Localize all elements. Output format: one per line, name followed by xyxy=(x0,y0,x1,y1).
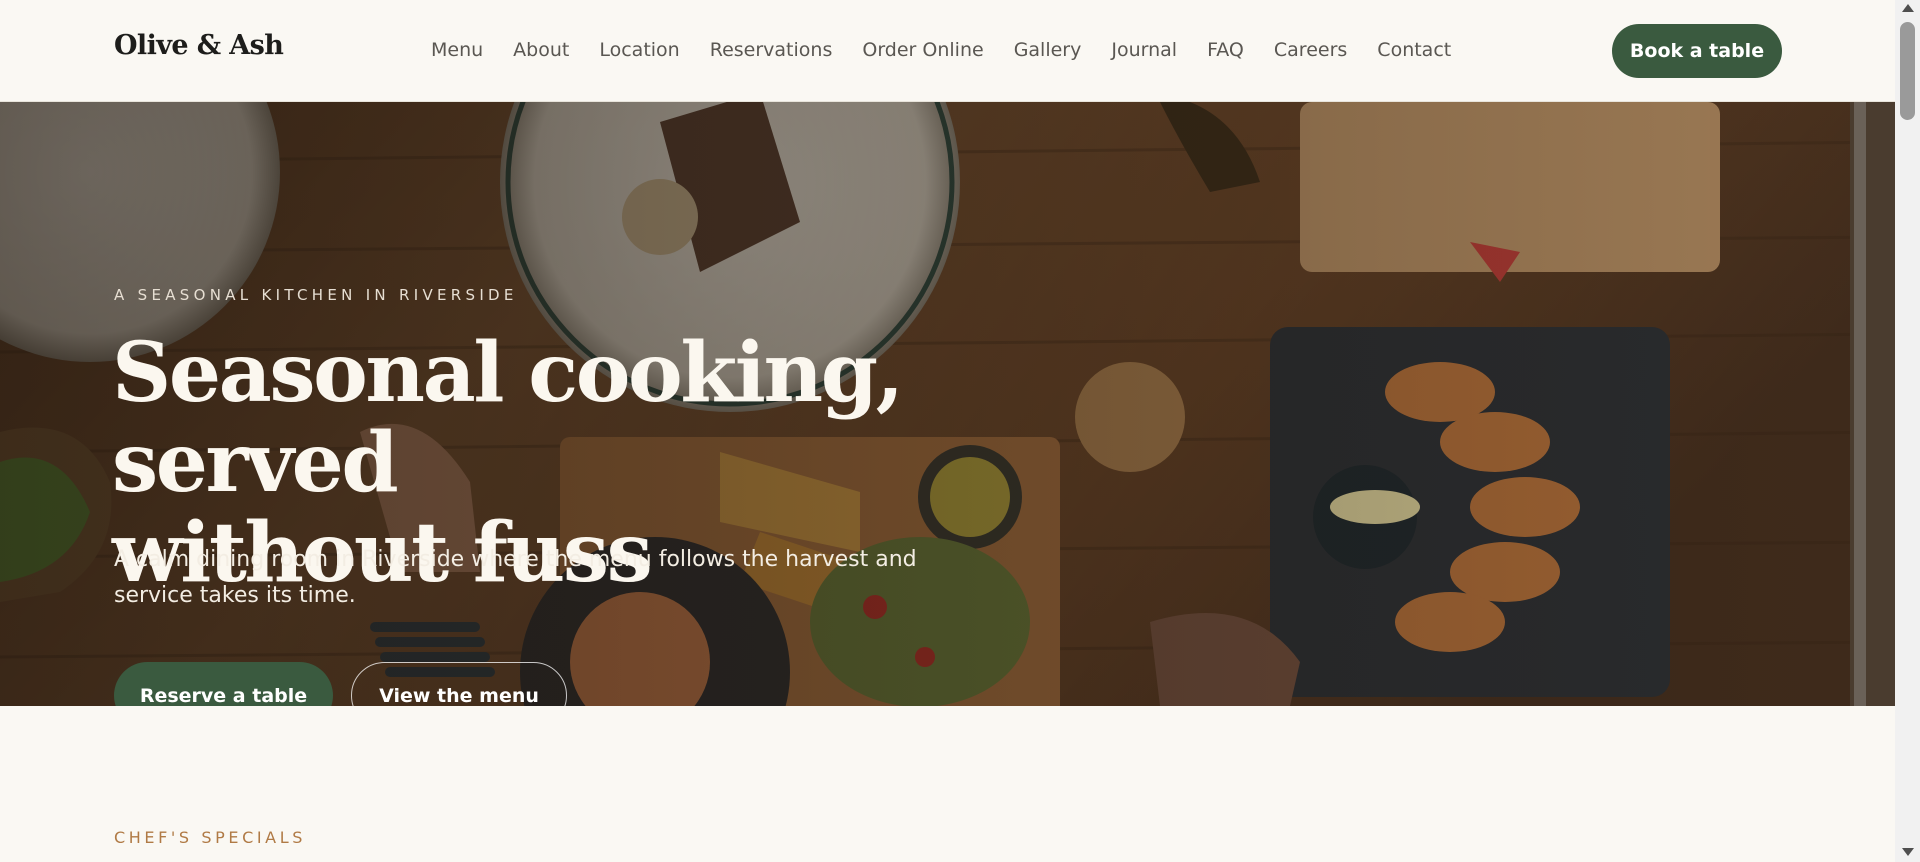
scroll-thumb[interactable] xyxy=(1900,22,1915,120)
nav-link-faq[interactable]: FAQ xyxy=(1207,39,1244,61)
nav-link-order-online[interactable]: Order Online xyxy=(862,39,983,61)
site-header: Olive & Ash Menu About Location Reservat… xyxy=(0,0,1895,102)
scroll-down-arrow-icon[interactable] xyxy=(1902,848,1914,856)
hero-title-line-1: Seasonal cooking, served xyxy=(112,325,904,511)
reserve-table-button[interactable]: Reserve a table xyxy=(114,662,333,706)
view-menu-button[interactable]: View the menu xyxy=(351,662,567,706)
chefs-specials-label: CHEF'S SPECIALS xyxy=(114,828,306,847)
main-nav: Menu About Location Reservations Order O… xyxy=(431,39,1481,61)
page-scrollbar[interactable] xyxy=(1895,0,1920,862)
nav-link-contact[interactable]: Contact xyxy=(1377,39,1451,61)
hero-subtitle: A calm dining room in Riverside where th… xyxy=(114,547,917,608)
nav-link-reservations[interactable]: Reservations xyxy=(710,39,833,61)
scroll-up-arrow-icon[interactable] xyxy=(1902,4,1914,12)
book-table-button[interactable]: Book a table xyxy=(1612,24,1782,78)
hero-eyebrow: A SEASONAL KITCHEN IN RIVERSIDE xyxy=(114,286,518,304)
hero-edge-line xyxy=(1854,102,1866,706)
hero-section: A SEASONAL KITCHEN IN RIVERSIDE Seasonal… xyxy=(0,102,1895,706)
nav-link-careers[interactable]: Careers xyxy=(1274,39,1347,61)
nav-link-about[interactable]: About xyxy=(513,39,569,61)
nav-link-journal[interactable]: Journal xyxy=(1111,39,1177,61)
nav-link-menu[interactable]: Menu xyxy=(431,39,483,61)
brand-logo[interactable]: Olive & Ash xyxy=(114,30,284,61)
page: Olive & Ash Menu About Location Reservat… xyxy=(0,0,1895,862)
nav-link-gallery[interactable]: Gallery xyxy=(1014,39,1082,61)
nav-link-location[interactable]: Location xyxy=(599,39,679,61)
